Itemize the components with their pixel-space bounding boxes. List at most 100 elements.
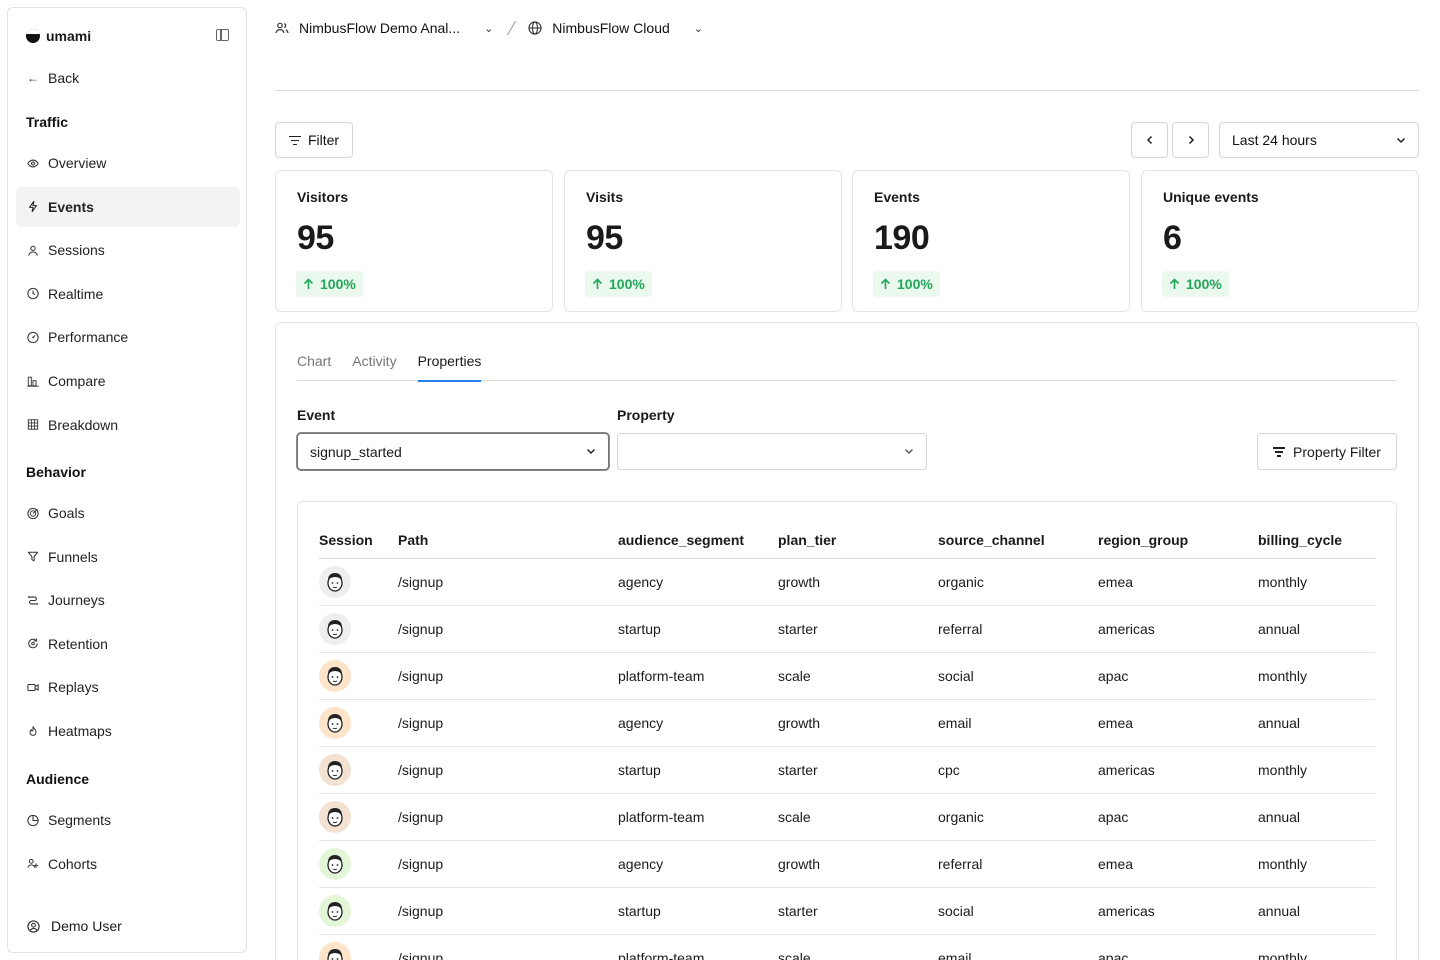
session-avatar[interactable] xyxy=(319,613,351,645)
cell-tier: scale xyxy=(778,809,811,825)
cell-path: /signup xyxy=(398,809,444,825)
clock-icon xyxy=(27,288,39,300)
property-field-label: Property xyxy=(617,407,675,423)
arrow-up-icon xyxy=(1169,278,1180,290)
cell-region: americas xyxy=(1098,762,1155,778)
session-avatar[interactable] xyxy=(319,848,351,880)
pie-icon xyxy=(27,814,39,826)
filter-button[interactable]: Filter xyxy=(275,122,353,158)
metric-value: 95 xyxy=(586,219,623,257)
user-icon xyxy=(27,244,39,256)
arrow-up-icon xyxy=(592,278,603,290)
cell-segment: agency xyxy=(618,574,664,590)
cell-tier: scale xyxy=(778,950,811,960)
chevron-down-icon: ⌄ xyxy=(484,22,494,35)
sidebar-item-events[interactable]: Events xyxy=(16,186,240,227)
flame-icon xyxy=(27,725,39,737)
cell-channel: email xyxy=(938,950,972,960)
session-avatar[interactable] xyxy=(319,754,351,786)
date-range-select[interactable]: Last 24 hours xyxy=(1219,122,1419,158)
user-circle-icon xyxy=(27,919,40,933)
session-avatar[interactable] xyxy=(319,566,351,598)
cell-segment: platform-team xyxy=(618,809,705,825)
property-select[interactable] xyxy=(617,433,927,470)
sidebar-item-cohorts[interactable]: Cohorts xyxy=(16,844,240,884)
funnel-icon xyxy=(27,551,39,563)
cell-path: /signup xyxy=(398,950,444,960)
change-badge: 100% xyxy=(873,271,940,297)
sidebar-item-label: Heatmaps xyxy=(48,723,112,739)
sidebar-item-journeys[interactable]: Journeys xyxy=(16,580,240,620)
sidebar-item-goals[interactable]: Goals xyxy=(16,493,240,533)
column-header: Session xyxy=(319,532,373,548)
cell-channel: organic xyxy=(938,574,984,590)
table-row[interactable]: /signup platform-team scale email apac monthl… xyxy=(319,935,1375,960)
previous-range-button[interactable] xyxy=(1131,122,1168,158)
table-row[interactable]: /signup startup starter social americas annua… xyxy=(319,888,1375,935)
filter-icon xyxy=(1273,447,1286,457)
table-row[interactable]: /signup startup starter cpc americas monthly xyxy=(319,747,1375,794)
sidebar: umami ← Back Traffic Overview Events Sessi… xyxy=(7,7,247,953)
sidebar-item-segments[interactable]: Segments xyxy=(16,800,240,840)
sidebar-item-funnels[interactable]: Funnels xyxy=(16,537,240,577)
events-panel: Chart Activity Properties Event Property… xyxy=(275,322,1419,960)
sidebar-item-label: Retention xyxy=(48,635,108,652)
sidebar-item-retention[interactable]: Retention xyxy=(16,624,240,664)
session-avatar[interactable] xyxy=(319,895,351,927)
tab-bar: Chart Activity Properties xyxy=(297,353,1397,382)
session-avatar[interactable] xyxy=(319,707,351,739)
chevron-down-icon xyxy=(905,449,913,454)
change-badge: 100% xyxy=(1162,271,1229,297)
column-header: audience_segment xyxy=(618,532,745,548)
cell-tier: starter xyxy=(778,762,818,778)
sidebar-item-replays[interactable]: Replays xyxy=(16,667,240,707)
sidebar-item-breakdown[interactable]: Breakdown xyxy=(16,405,240,445)
sidebar-item-realtime[interactable]: Realtime xyxy=(16,274,240,314)
website-selector[interactable]: NimbusFlow Cloud ⌄ xyxy=(528,20,703,36)
bolt-icon xyxy=(27,200,39,213)
breadcrumb: NimbusFlow Demo Anal... ⌄ NimbusFlow Clo… xyxy=(275,14,703,42)
next-range-button[interactable] xyxy=(1172,122,1209,158)
sidebar-item-label: Realtime xyxy=(48,285,104,302)
session-avatar[interactable] xyxy=(319,801,351,833)
sidebar-toggle-icon[interactable] xyxy=(216,29,229,41)
table-header: Session Path audience_segment plan_tier … xyxy=(319,530,1375,559)
back-link[interactable]: ← Back xyxy=(16,58,240,98)
table-row[interactable]: /signup startup starter referral americas ann… xyxy=(319,606,1375,653)
sidebar-item-overview[interactable]: Overview xyxy=(16,143,240,183)
table-row[interactable]: /signup agency growth referral emea monthly xyxy=(319,841,1375,888)
users-icon xyxy=(27,858,39,870)
property-filter-button[interactable]: Property Filter xyxy=(1257,433,1397,470)
user-menu[interactable]: Demo User xyxy=(16,910,240,942)
tab-activity[interactable]: Activity xyxy=(352,353,396,381)
sidebar-item-sessions[interactable]: Sessions xyxy=(16,230,240,270)
column-header: Path xyxy=(398,532,429,548)
cell-tier: growth xyxy=(778,574,821,590)
change-value: 100% xyxy=(1186,276,1222,292)
event-field-label: Event xyxy=(297,407,336,423)
table-row[interactable]: /signup agency growth organic emea monthly xyxy=(319,559,1375,606)
team-selector[interactable]: NimbusFlow Demo Anal... ⌄ xyxy=(275,20,493,36)
session-avatar[interactable] xyxy=(319,660,351,692)
table-row[interactable]: /signup platform-team scale social apac month… xyxy=(319,653,1375,700)
brand-name: umami xyxy=(46,28,92,44)
cell-path: /signup xyxy=(398,903,444,919)
cell-channel: referral xyxy=(938,856,983,872)
filter-label: Filter xyxy=(307,132,340,148)
cell-channel: organic xyxy=(938,809,984,825)
cell-region: emea xyxy=(1098,856,1134,872)
metric-label: Visits xyxy=(586,189,624,205)
sidebar-item-performance[interactable]: Performance xyxy=(16,317,240,357)
tab-chart[interactable]: Chart xyxy=(297,353,331,381)
table-row[interactable]: /signup platform-team scale organic apac annu… xyxy=(319,794,1375,841)
cell-segment: startup xyxy=(618,621,661,637)
sidebar-item-heatmaps[interactable]: Heatmaps xyxy=(16,711,240,751)
brand[interactable]: umami xyxy=(26,28,91,44)
sidebar-item-compare[interactable]: Compare xyxy=(16,361,240,401)
table-row[interactable]: /signup agency growth email emea annual xyxy=(319,700,1375,747)
tab-properties[interactable]: Properties xyxy=(417,353,481,382)
arrow-left-icon: ← xyxy=(27,71,39,85)
event-select[interactable]: signup_started xyxy=(297,433,609,470)
cell-billing: monthly xyxy=(1258,762,1308,778)
session-avatar[interactable] xyxy=(319,942,351,960)
